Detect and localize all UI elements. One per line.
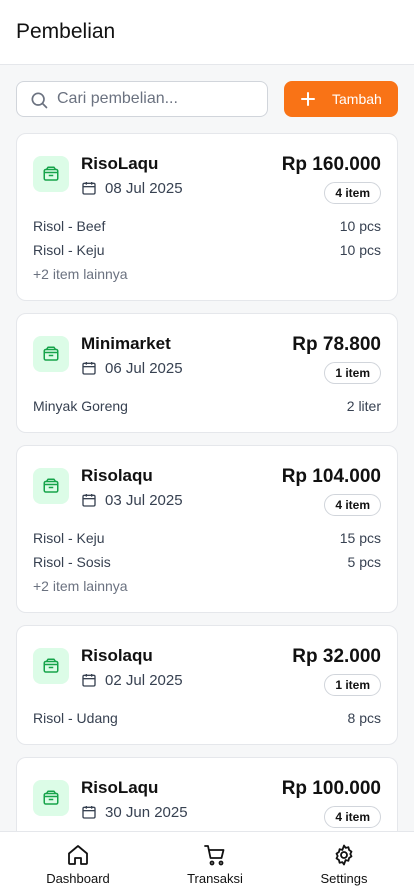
- nav-item-settings[interactable]: Settings: [275, 832, 413, 896]
- item-count-badge: 1 item: [324, 362, 381, 384]
- purchase-date: 02 Jul 2025: [105, 672, 183, 689]
- item-qty: 2 liter: [346, 398, 381, 414]
- list-item: Risol - Beef 10 pcs: [33, 218, 381, 236]
- store-badge: [33, 648, 69, 684]
- list-item: Risol - Keju 15 pcs: [33, 530, 381, 548]
- item-name: Risol - Keju: [33, 530, 105, 546]
- list-item: Risol - Keju 10 pcs: [33, 242, 381, 260]
- purchase-total: Rp 160.000: [281, 154, 381, 175]
- more-items-text: +2 item lainnya: [33, 266, 128, 282]
- purchase-total: Rp 32.000: [292, 646, 381, 667]
- store-badge: [33, 468, 69, 504]
- page-title: Pembelian: [16, 20, 116, 43]
- store-name: Risolaqu: [81, 466, 153, 485]
- search-icon: [31, 92, 48, 109]
- purchase-card[interactable]: Risolaqu 02 Jul 2025 Rp 32.000 1 item Ri…: [16, 625, 398, 745]
- nav-item-transaksi[interactable]: Transaksi: [146, 832, 284, 896]
- nav-item-dashboard[interactable]: Dashboard: [9, 832, 147, 896]
- item-name: Risol - Udang: [33, 710, 118, 726]
- gear-icon: [335, 844, 353, 866]
- search-input[interactable]: [57, 82, 257, 116]
- purchase-date: 08 Jul 2025: [105, 180, 183, 197]
- package-icon: [43, 790, 59, 805]
- item-qty: 15 pcs: [339, 530, 381, 546]
- nav-label: Transaksi: [187, 871, 243, 886]
- nav-label: Settings: [320, 871, 368, 886]
- store-badge: [33, 336, 69, 372]
- purchase-card[interactable]: Minimarket 06 Jul 2025 Rp 78.800 1 item …: [16, 313, 398, 433]
- app-header: Pembelian: [0, 0, 414, 65]
- more-items-text: +2 item lainnya: [33, 578, 128, 594]
- purchase-card[interactable]: RisoLaqu 30 Jun 2025 Rp 100.000 4 item: [16, 757, 398, 831]
- item-qty: 10 pcs: [339, 218, 381, 234]
- calendar-icon: [82, 806, 96, 819]
- store-name: RisoLaqu: [81, 778, 159, 797]
- package-icon: [43, 658, 59, 673]
- calendar-icon: [82, 494, 96, 507]
- package-icon: [43, 166, 59, 181]
- store-badge: [33, 780, 69, 816]
- list-item: Risol - Sosis 5 pcs: [33, 554, 381, 572]
- calendar-icon: [82, 674, 96, 687]
- item-qty: 8 pcs: [347, 710, 381, 726]
- item-count-badge: 1 item: [324, 674, 381, 696]
- nav-label: Dashboard: [46, 871, 110, 886]
- toolbar: Tambah: [16, 81, 398, 117]
- store-name: RisoLaqu: [81, 154, 159, 173]
- list-item: Minyak Goreng 2 liter: [33, 398, 381, 416]
- purchase-card[interactable]: Risolaqu 03 Jul 2025 Rp 104.000 4 item R…: [16, 445, 398, 613]
- item-count-badge: 4 item: [324, 494, 381, 516]
- search-box[interactable]: [16, 81, 268, 117]
- store-badge: [33, 156, 69, 192]
- item-count-badge: 4 item: [324, 806, 381, 828]
- list-item: Risol - Udang 8 pcs: [33, 710, 381, 728]
- item-name: Risol - Sosis: [33, 554, 111, 570]
- bottom-nav: Dashboard Transaksi Settings: [0, 831, 414, 896]
- item-name: Risol - Keju: [33, 242, 105, 258]
- package-icon: [43, 346, 59, 361]
- purchase-total: Rp 100.000: [281, 778, 381, 799]
- item-qty: 10 pcs: [339, 242, 381, 258]
- add-button[interactable]: Tambah: [284, 81, 398, 117]
- plus-icon: [301, 92, 315, 106]
- item-name: Risol - Beef: [33, 218, 106, 234]
- purchase-date: 03 Jul 2025: [105, 492, 183, 509]
- store-name: Risolaqu: [81, 646, 153, 665]
- item-qty: 5 pcs: [347, 554, 381, 570]
- item-name: Minyak Goreng: [33, 398, 128, 414]
- package-icon: [43, 478, 59, 493]
- cart-icon: [204, 845, 225, 866]
- calendar-icon: [82, 362, 96, 375]
- store-name: Minimarket: [81, 334, 171, 353]
- purchase-card[interactable]: RisoLaqu 08 Jul 2025 Rp 160.000 4 item R…: [16, 133, 398, 301]
- add-button-label: Tambah: [332, 91, 382, 107]
- purchase-total: Rp 104.000: [281, 466, 381, 487]
- home-icon: [68, 845, 88, 865]
- purchase-date: 06 Jul 2025: [105, 360, 183, 377]
- purchase-date: 30 Jun 2025: [105, 804, 188, 821]
- calendar-icon: [82, 182, 96, 195]
- purchase-total: Rp 78.800: [292, 334, 381, 355]
- item-count-badge: 4 item: [324, 182, 381, 204]
